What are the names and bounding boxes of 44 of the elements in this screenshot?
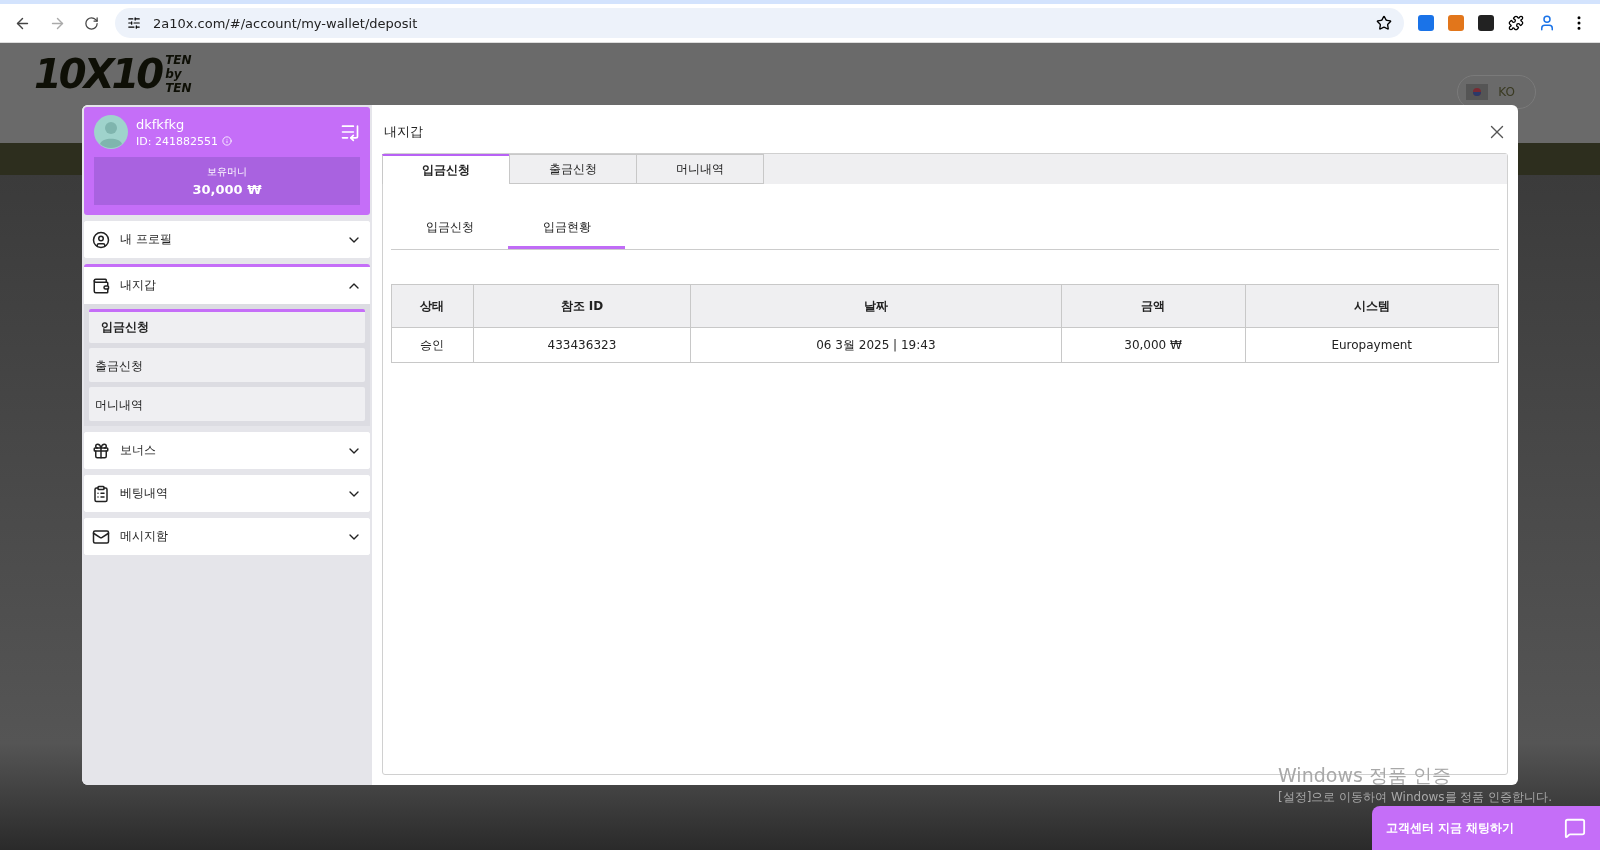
menu-item[interactable]: 보너스 <box>84 432 370 469</box>
url-text: 2a10x.com/#/account/my-wallet/deposit <box>153 15 419 31</box>
submenu-item[interactable]: 입금신청 <box>89 309 365 343</box>
user-id: ID: 241882551 <box>136 134 218 148</box>
avatar-icon <box>94 115 128 149</box>
menu-item[interactable]: 내 프로필 <box>84 221 370 258</box>
activation-notice-title: Windows 정품 인증 <box>1278 763 1452 788</box>
logo-text: by <box>165 67 183 81</box>
flag-icon <box>1466 84 1489 100</box>
column-header: 참조 ID <box>473 284 691 328</box>
collapse-sidebar-icon[interactable] <box>340 122 360 142</box>
menu-item[interactable]: 메시지함 <box>84 518 370 555</box>
site-logo[interactable]: 10X10 <box>34 51 162 97</box>
table-cell: 433436323 <box>473 327 691 363</box>
column-header: 금액 <box>1061 284 1245 328</box>
sub-tab[interactable]: 입금신청 <box>391 208 508 249</box>
balance-amount: 30,000 ₩ <box>192 182 262 197</box>
column-header: 상태 <box>391 284 474 328</box>
tab[interactable]: 머니내역 <box>636 154 764 184</box>
column-header: 날짜 <box>690 284 1062 328</box>
tab[interactable]: 입금신청 <box>382 154 510 184</box>
submenu-item[interactable]: 출금신청 <box>89 348 365 382</box>
logo-text: TEN <box>165 53 192 67</box>
column-header: 시스템 <box>1245 284 1499 328</box>
submenu-item[interactable]: 머니내역 <box>89 387 365 421</box>
bookmark-star-icon[interactable] <box>1376 15 1392 31</box>
site-settings-icon[interactable] <box>127 16 141 30</box>
tab[interactable]: 출금신청 <box>509 154 637 184</box>
balance-label: 보유머니 <box>207 165 247 179</box>
extension-icon[interactable] <box>1478 15 1494 31</box>
dialog-title: 내지갑 <box>384 123 423 141</box>
username: dkfkfkg <box>136 116 186 132</box>
address-bar[interactable]: 2a10x.com/#/account/my-wallet/deposit <box>115 8 1404 38</box>
table-cell: 06 3월 2025 | 19:43 <box>690 327 1062 363</box>
extensions-icon[interactable] <box>1508 15 1524 31</box>
profile-icon[interactable] <box>1538 14 1556 32</box>
chat-icon <box>1564 817 1586 839</box>
logo-text: TEN <box>165 81 192 95</box>
menu-item[interactable]: 베팅내역 <box>84 475 370 512</box>
table-cell: 승인 <box>391 327 474 363</box>
table-cell: 30,000 ₩ <box>1061 327 1245 363</box>
activation-notice-text: [설정]으로 이동하여 Windows를 정품 인증합니다. <box>1278 789 1552 806</box>
table-cell: Europayment <box>1245 327 1499 363</box>
sub-tab[interactable]: 입금현황 <box>508 208 625 249</box>
